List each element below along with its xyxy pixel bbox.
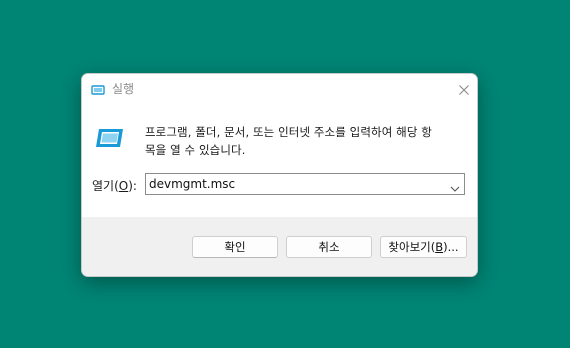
button-bar: 확인 취소 찾아보기(B)...	[82, 217, 477, 276]
run-dialog: 실행 프로그램, 폴더, 문서, 또는 인터넷 주소를 입력하여 해당 항 목을…	[81, 73, 478, 277]
dialog-body: 프로그램, 폴더, 문서, 또는 인터넷 주소를 입력하여 해당 항 목을 열 …	[82, 104, 477, 217]
cancel-button[interactable]: 취소	[286, 236, 372, 258]
open-label-text: 열기(	[92, 179, 119, 193]
window-title: 실행	[112, 82, 135, 96]
title-bar[interactable]: 실행	[82, 74, 477, 104]
close-button[interactable]	[449, 74, 477, 104]
open-input[interactable]	[149, 174, 439, 194]
open-combobox[interactable]	[145, 173, 465, 195]
ok-button[interactable]: 확인	[192, 236, 278, 258]
cancel-button-label: 취소	[318, 240, 340, 254]
description-line: 프로그램, 폴더, 문서, 또는 인터넷 주소를 입력하여 해당 항	[145, 125, 432, 139]
open-label-accelerator: O	[118, 179, 129, 193]
browse-label-text: 찾아보기(	[388, 240, 436, 254]
run-app-icon	[95, 126, 127, 150]
open-label: 열기(O):	[92, 177, 137, 194]
ok-button-label: 확인	[224, 240, 246, 254]
chevron-down-icon[interactable]	[449, 179, 461, 192]
description-line: 목을 열 수 있습니다.	[145, 143, 246, 157]
browse-button[interactable]: 찾아보기(B)...	[380, 236, 467, 258]
close-icon	[459, 80, 469, 99]
open-label-suffix: ):	[128, 179, 137, 193]
browse-label-suffix: )...	[443, 240, 459, 254]
description: 프로그램, 폴더, 문서, 또는 인터넷 주소를 입력하여 해당 항 목을 열 …	[145, 123, 475, 159]
browse-button-label: 찾아보기(B)...	[388, 239, 458, 255]
browse-label-accelerator: B	[435, 240, 444, 254]
desktop: 실행 프로그램, 폴더, 문서, 또는 인터넷 주소를 입력하여 해당 항 목을…	[0, 0, 570, 348]
run-app-icon	[91, 82, 105, 96]
